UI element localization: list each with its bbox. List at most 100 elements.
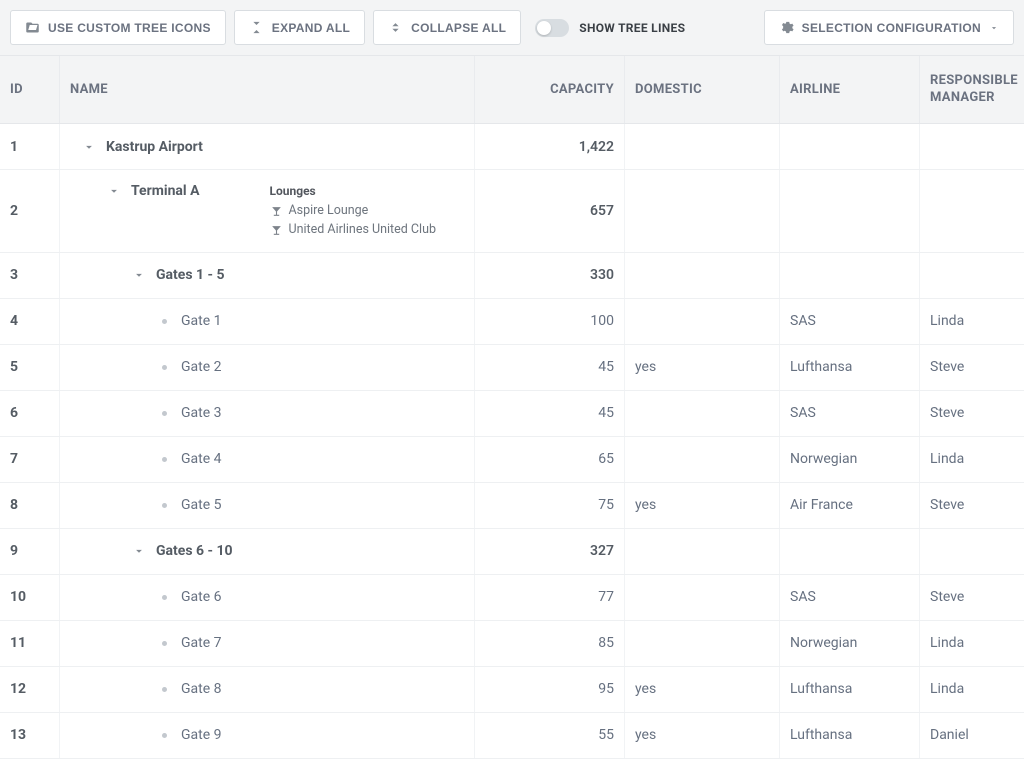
table-row[interactable]: 8 Gate 5 75 yes Air France Steve [0, 483, 1024, 529]
cell-airline: Norwegian [780, 437, 920, 482]
node-label: Gate 2 [181, 359, 222, 375]
expand-toggle[interactable] [130, 542, 148, 560]
cell-capacity: 45 [475, 391, 625, 436]
table-row[interactable]: 13 Gate 9 55 yes Lufthansa Daniel [0, 713, 1024, 759]
cell-capacity: 65 [475, 437, 625, 482]
cell-domestic [625, 437, 780, 482]
cell-name: Gate 2 [60, 345, 475, 390]
table-row[interactable]: 5 Gate 2 45 yes Lufthansa Steve [0, 345, 1024, 391]
leaf-bullet-icon [155, 496, 173, 514]
cell-id: 2 [0, 170, 60, 252]
cell-manager: Linda [920, 299, 1024, 344]
node-label: Gate 6 [181, 589, 222, 605]
cell-manager [920, 170, 1024, 252]
use-custom-tree-icons-button[interactable]: USE CUSTOM TREE ICONS [10, 10, 226, 45]
table-row[interactable]: 9 Gates 6 - 10 327 [0, 529, 1024, 575]
cell-capacity: 95 [475, 667, 625, 712]
cell-name: Gate 1 [60, 299, 475, 344]
column-header-manager[interactable]: RESPONSIBLE MANAGER [920, 56, 1024, 123]
cell-airline: SAS [780, 575, 920, 620]
cell-capacity: 55 [475, 713, 625, 758]
cell-name: Terminal A Lounges Aspire Lounge United … [60, 170, 475, 252]
leaf-bullet-icon [155, 358, 173, 376]
cell-domestic [625, 253, 780, 298]
table-row[interactable]: 7 Gate 4 65 Norwegian Linda [0, 437, 1024, 483]
leaf-bullet-icon [155, 726, 173, 744]
node-label: Gate 4 [181, 451, 222, 467]
cell-name: Gate 6 [60, 575, 475, 620]
table-row[interactable]: 12 Gate 8 95 yes Lufthansa Linda [0, 667, 1024, 713]
folder-open-icon [25, 20, 40, 35]
cell-name: Gate 7 [60, 621, 475, 666]
node-label: Gates 6 - 10 [156, 543, 233, 559]
cell-manager: Steve [920, 345, 1024, 390]
table-row[interactable]: 10 Gate 6 77 SAS Steve [0, 575, 1024, 621]
tree-grid: ID NAME CAPACITY DOMESTIC AIRLINE RESPON… [0, 56, 1024, 759]
cell-domestic [625, 529, 780, 574]
table-header: ID NAME CAPACITY DOMESTIC AIRLINE RESPON… [0, 56, 1024, 124]
leaf-bullet-icon [155, 312, 173, 330]
cell-airline: Lufthansa [780, 345, 920, 390]
lounges-heading: Lounges [270, 184, 437, 198]
cell-airline: Lufthansa [780, 713, 920, 758]
cocktail-icon [270, 224, 283, 237]
table-row[interactable]: 6 Gate 3 45 SAS Steve [0, 391, 1024, 437]
cell-capacity: 85 [475, 621, 625, 666]
table-row[interactable]: 2 Terminal A Lounges Aspire Lounge U [0, 170, 1024, 253]
cell-name: Gates 6 - 10 [60, 529, 475, 574]
cell-domestic [625, 391, 780, 436]
column-header-name[interactable]: NAME [60, 56, 475, 123]
table-row[interactable]: 3 Gates 1 - 5 330 [0, 253, 1024, 299]
leaf-bullet-icon [155, 680, 173, 698]
leaf-bullet-icon [155, 450, 173, 468]
cell-id: 9 [0, 529, 60, 574]
cell-capacity: 100 [475, 299, 625, 344]
cell-capacity: 327 [475, 529, 625, 574]
cell-airline [780, 170, 920, 252]
cell-id: 6 [0, 391, 60, 436]
expand-all-icon [249, 20, 264, 35]
cell-name: Gate 4 [60, 437, 475, 482]
cell-id: 10 [0, 575, 60, 620]
chevron-down-icon [82, 140, 96, 154]
expand-toggle[interactable] [105, 182, 123, 200]
cell-id: 8 [0, 483, 60, 528]
node-label: Gate 1 [181, 313, 222, 329]
cell-domestic: yes [625, 667, 780, 712]
cell-airline: SAS [780, 391, 920, 436]
toggle-switch[interactable] [535, 19, 569, 37]
chevron-down-icon [107, 184, 121, 198]
cell-airline [780, 124, 920, 169]
column-header-capacity[interactable]: CAPACITY [475, 56, 625, 123]
cell-capacity: 1,422 [475, 124, 625, 169]
column-header-airline[interactable]: AIRLINE [780, 56, 920, 123]
table-row[interactable]: 11 Gate 7 85 Norwegian Linda [0, 621, 1024, 667]
collapse-all-button[interactable]: COLLAPSE ALL [373, 10, 521, 45]
node-label: Gate 9 [181, 727, 222, 743]
cell-airline [780, 253, 920, 298]
column-header-id[interactable]: ID [0, 56, 60, 123]
expand-toggle[interactable] [130, 266, 148, 284]
node-label: Gates 1 - 5 [156, 267, 225, 283]
cell-manager: Daniel [920, 713, 1024, 758]
table-row[interactable]: 4 Gate 1 100 SAS Linda [0, 299, 1024, 345]
toolbar: USE CUSTOM TREE ICONS EXPAND ALL COLLAPS… [0, 0, 1024, 56]
cell-domestic: yes [625, 713, 780, 758]
expand-toggle[interactable] [80, 138, 98, 156]
show-tree-lines-toggle[interactable]: SHOW TREE LINES [535, 19, 685, 37]
cell-id: 11 [0, 621, 60, 666]
cell-domestic [625, 124, 780, 169]
column-header-domestic[interactable]: DOMESTIC [625, 56, 780, 123]
table-row[interactable]: 1 Kastrup Airport 1,422 [0, 124, 1024, 170]
cell-name: Gate 8 [60, 667, 475, 712]
cell-id: 13 [0, 713, 60, 758]
cell-name: Kastrup Airport [60, 124, 475, 169]
chevron-down-icon [989, 23, 999, 33]
cell-manager: Linda [920, 667, 1024, 712]
cell-name: Gate 5 [60, 483, 475, 528]
expand-all-button[interactable]: EXPAND ALL [234, 10, 365, 45]
cell-manager: Steve [920, 575, 1024, 620]
lounge-item: United Airlines United Club [270, 221, 437, 240]
cell-id: 12 [0, 667, 60, 712]
selection-configuration-button[interactable]: SELECTION CONFIGURATION [764, 10, 1014, 45]
